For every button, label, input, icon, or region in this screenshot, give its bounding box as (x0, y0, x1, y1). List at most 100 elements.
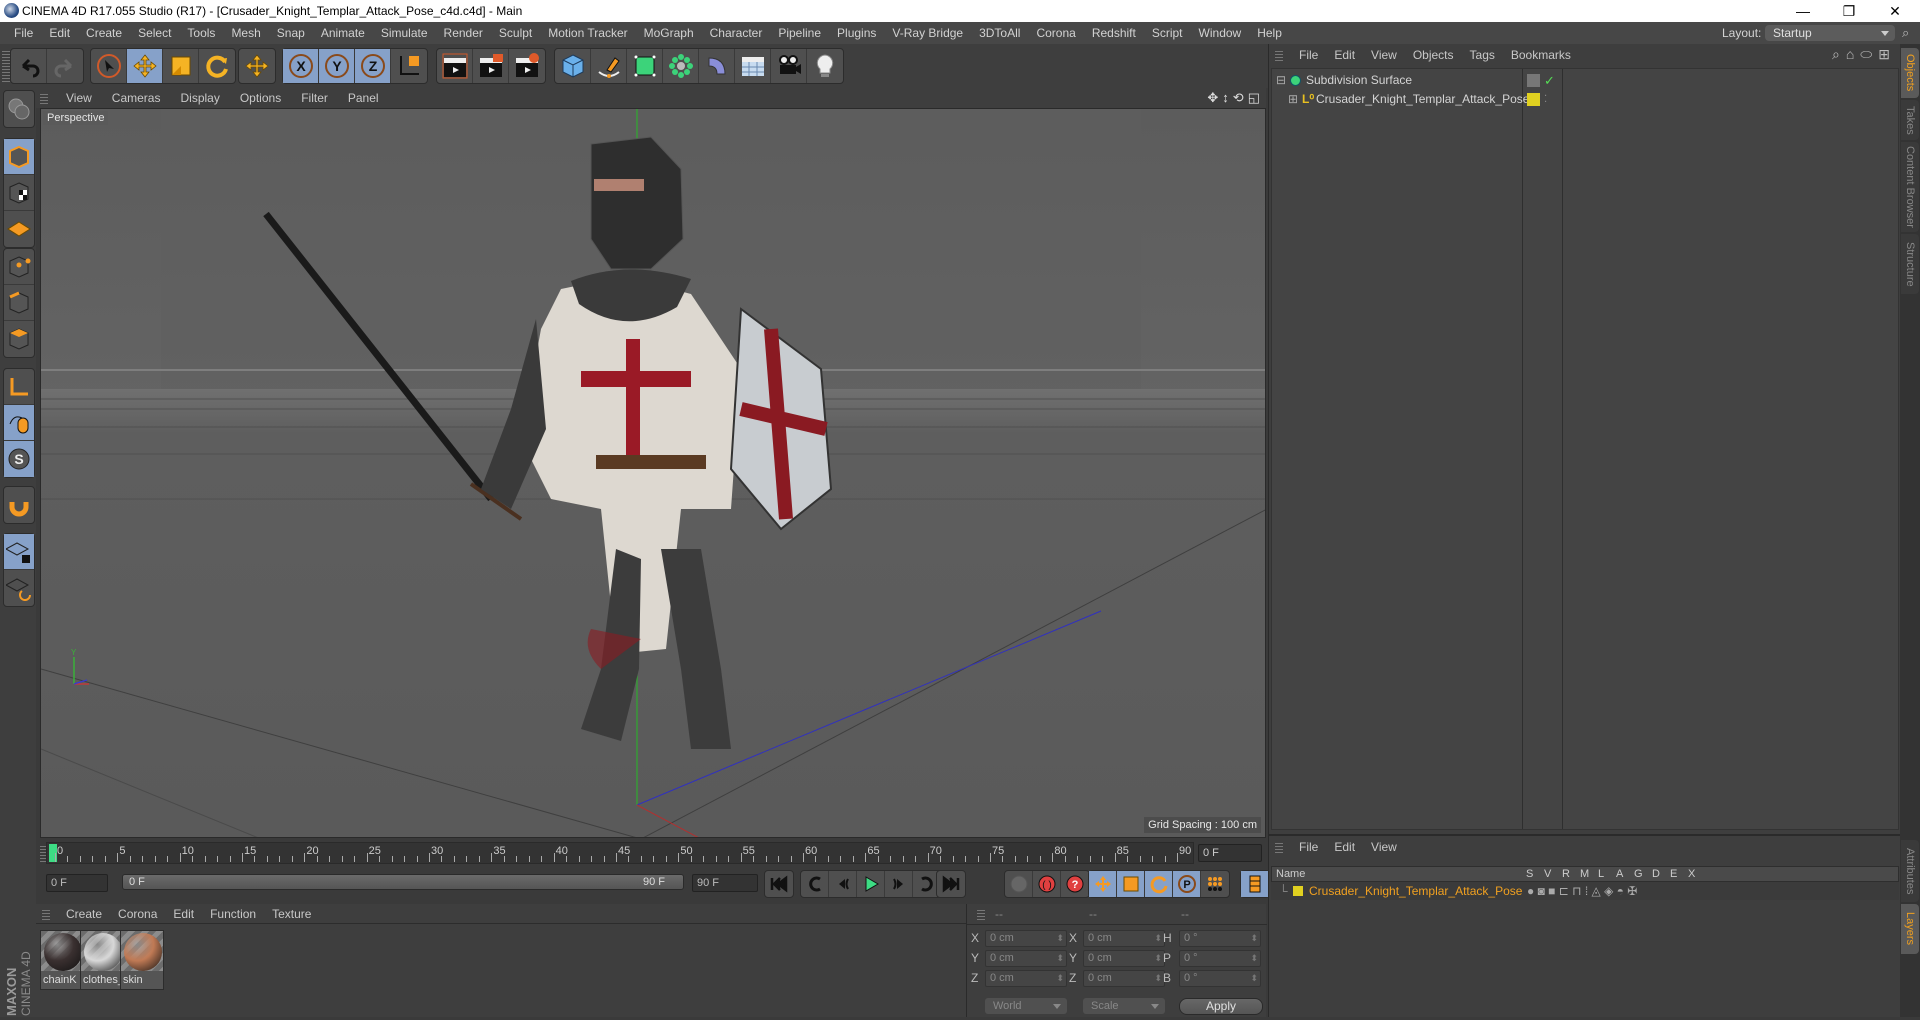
material-grip[interactable] (42, 908, 50, 920)
tab-attributes[interactable]: Attributes (1901, 840, 1919, 902)
key-parameter-icon[interactable]: P (1173, 871, 1201, 897)
y-axis-icon[interactable]: Y (319, 49, 355, 83)
key-rotation-icon[interactable] (1145, 871, 1173, 897)
timeline-ruler[interactable]: 0 5 10 15 20 25 30 35 40 45 50 55 60 65 70 75 80 85 90 (46, 842, 1194, 864)
viewport-menu-filter[interactable]: Filter (291, 91, 338, 105)
workplane-lock-icon[interactable] (4, 534, 34, 570)
layer-color-swatch[interactable] (1527, 93, 1540, 106)
goto-end-icon[interactable] (937, 871, 965, 897)
menu-character[interactable]: Character (702, 22, 771, 44)
menu-plugins[interactable]: Plugins (829, 22, 884, 44)
material-skin[interactable]: skin (120, 930, 164, 990)
menu-mograph[interactable]: MoGraph (636, 22, 702, 44)
maximize-view-icon[interactable]: ◱ (1248, 90, 1260, 106)
toolbar-grip[interactable] (2, 50, 10, 82)
tab-objects[interactable]: Objects (1901, 48, 1919, 98)
pen-spline-icon[interactable] (591, 49, 627, 83)
visibility-toggle-icon[interactable] (1527, 74, 1540, 87)
search-icon[interactable]: ⌕ (1832, 46, 1840, 63)
render-settings-icon[interactable] (509, 49, 545, 83)
coord-field-size-y[interactable]: 0 cm (1083, 950, 1165, 967)
material-clothes[interactable]: clothes_ (80, 930, 124, 990)
menu-create[interactable]: Create (78, 22, 130, 44)
layer-manager-grip[interactable] (1275, 841, 1283, 853)
material-menu-create[interactable]: Create (58, 907, 110, 921)
solo-icon[interactable]: S (4, 441, 34, 477)
viewport-menu-cameras[interactable]: Cameras (102, 91, 171, 105)
collapse-icon[interactable]: ⊟ (1276, 71, 1286, 90)
menu-mesh[interactable]: Mesh (223, 22, 268, 44)
menu-animate[interactable]: Animate (313, 22, 373, 44)
coordinate-space-select[interactable]: World (985, 998, 1067, 1014)
render-picture-viewer-icon[interactable] (473, 49, 509, 83)
object-row-subdivision-surface[interactable]: ⊟ Subdivision Surface ✓ (1272, 71, 1898, 90)
menu-help[interactable]: Help (1249, 22, 1290, 44)
coord-field-rot-h[interactable]: 0 ° (1179, 930, 1261, 947)
cloner-icon[interactable] (663, 49, 699, 83)
key-scale-icon[interactable] (1117, 871, 1145, 897)
pan-icon[interactable]: ✥ (1207, 90, 1218, 106)
expand-icon[interactable]: ⊞ (1288, 90, 1298, 109)
next-frame-icon[interactable] (885, 871, 913, 897)
menu-window[interactable]: Window (1191, 22, 1250, 44)
home-icon[interactable]: ⌂ (1846, 46, 1854, 63)
record-keys-icon[interactable] (1005, 871, 1033, 897)
material-menu-corona[interactable]: Corona (110, 907, 165, 921)
axis-mode-icon[interactable] (4, 369, 34, 405)
x-axis-icon[interactable]: X (283, 49, 319, 83)
live-selection-icon[interactable] (91, 49, 127, 83)
tab-takes[interactable]: Takes (1901, 100, 1919, 140)
camera-icon[interactable] (771, 49, 807, 83)
redo-icon[interactable] (47, 49, 83, 83)
tab-structure[interactable]: Structure (1901, 234, 1919, 294)
menu-pipeline[interactable]: Pipeline (770, 22, 829, 44)
menu-3dtoall[interactable]: 3DToAll (971, 22, 1028, 44)
layer-menu-view[interactable]: View (1363, 840, 1405, 854)
rotate-icon[interactable] (199, 49, 235, 83)
viewport-menu-panel[interactable]: Panel (338, 91, 389, 105)
viewport-menu-view[interactable]: View (56, 91, 102, 105)
layer-column-m[interactable]: M (1580, 868, 1589, 880)
layer-column-g[interactable]: G (1634, 868, 1643, 880)
coord-field-size-x[interactable]: 0 cm (1083, 930, 1165, 947)
material-chainK[interactable]: chainK (40, 930, 84, 990)
layout-select[interactable]: Startup (1765, 25, 1895, 41)
light-icon[interactable] (807, 49, 843, 83)
menu-script[interactable]: Script (1144, 22, 1191, 44)
menu-tools[interactable]: Tools (179, 22, 223, 44)
workplane-mode-icon[interactable] (4, 211, 34, 247)
autokey-icon[interactable]: ( ) (1033, 871, 1061, 897)
goto-start-icon[interactable] (765, 871, 793, 897)
material-menu-texture[interactable]: Texture (264, 907, 319, 921)
coord-field-rot-b[interactable]: 0 ° (1179, 970, 1261, 987)
layer-row[interactable]: └ Crusader_Knight_Templar_Attack_Pose ● … (1271, 882, 1899, 900)
keyframe-selection-icon[interactable]: ? (1061, 871, 1089, 897)
layer-name[interactable]: Crusader_Knight_Templar_Attack_Pose (1309, 882, 1522, 900)
subdivision-icon[interactable] (627, 49, 663, 83)
close-button[interactable]: ✕ (1872, 0, 1918, 22)
layer-color-swatch[interactable] (1293, 886, 1303, 896)
prev-frame-icon[interactable] (829, 871, 857, 897)
end-frame-field[interactable]: 90 F (692, 874, 758, 892)
model-mode-icon[interactable] (4, 139, 34, 175)
key-pla-icon[interactable] (1201, 871, 1229, 897)
new-window-icon[interactable]: ⊞ (1878, 46, 1890, 63)
object-name[interactable]: Crusader_Knight_Templar_Attack_Pose (1316, 90, 1529, 109)
menu-redshift[interactable]: Redshift (1084, 22, 1144, 44)
texture-mode-icon[interactable] (4, 175, 34, 211)
menu-edit[interactable]: Edit (41, 22, 78, 44)
object-menu-bookmarks[interactable]: Bookmarks (1503, 48, 1579, 62)
object-menu-file[interactable]: File (1291, 48, 1326, 62)
coordinate-system-icon[interactable] (391, 49, 427, 83)
menu-render[interactable]: Render (436, 22, 491, 44)
coord-field-rot-p[interactable]: 0 ° (1179, 950, 1261, 967)
object-menu-tags[interactable]: Tags (1462, 48, 1503, 62)
layer-column-x[interactable]: X (1688, 868, 1695, 880)
dolly-icon[interactable]: ↕ (1222, 90, 1229, 106)
layer-menu-edit[interactable]: Edit (1326, 840, 1363, 854)
tab-content-browser[interactable]: Content Browser (1901, 142, 1919, 232)
undo-icon[interactable] (11, 49, 47, 83)
layer-column-v[interactable]: V (1544, 868, 1551, 880)
key-position-icon[interactable] (1089, 871, 1117, 897)
object-row-crusader-knight[interactable]: ⊞ L⁰ Crusader_Knight_Templar_Attack_Pose… (1272, 90, 1898, 109)
